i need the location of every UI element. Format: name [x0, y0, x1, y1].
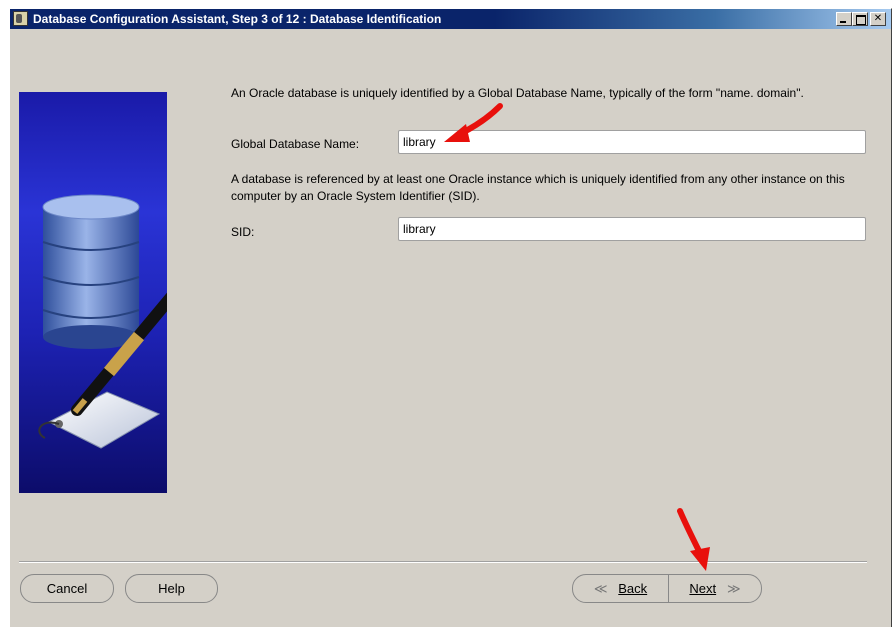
help-button[interactable]: Help [125, 574, 218, 603]
maximize-icon[interactable] [852, 12, 868, 26]
window-title: Database Configuration Assistant, Step 3… [33, 12, 442, 26]
sid-input[interactable]: library [398, 217, 866, 241]
sid-label: SID: [231, 225, 255, 239]
wizard-banner-image [19, 92, 167, 493]
app-icon [13, 11, 28, 26]
database-pen-illustration [38, 194, 167, 449]
wizard-nav-group: ≪ Back Next ≫ [572, 574, 762, 603]
back-button[interactable]: ≪ Back [573, 575, 668, 602]
next-button[interactable]: Next ≫ [668, 575, 761, 602]
minimize-icon[interactable] [836, 12, 852, 26]
annotation-arrow-icon [444, 103, 503, 142]
cancel-button[interactable]: Cancel [20, 574, 114, 603]
annotation-arrow-icon [677, 508, 710, 571]
close-icon[interactable]: ✕ [870, 12, 886, 26]
database-cylinder-icon [42, 194, 140, 349]
chevron-right-icon: ≫ [726, 582, 741, 597]
intro-text: An Oracle database is uniquely identifie… [231, 86, 804, 100]
next-button-label: Next [689, 581, 717, 596]
back-button-label: Back [618, 581, 648, 596]
chevron-left-icon: ≪ [593, 582, 608, 597]
footer-divider [19, 561, 867, 563]
sid-description-text: A database is referenced by at least one… [231, 172, 845, 203]
global-db-name-label: Global Database Name: [231, 137, 360, 151]
title-bar[interactable]: Database Configuration Assistant, Step 3… [10, 9, 891, 29]
tag-icon [38, 391, 161, 449]
